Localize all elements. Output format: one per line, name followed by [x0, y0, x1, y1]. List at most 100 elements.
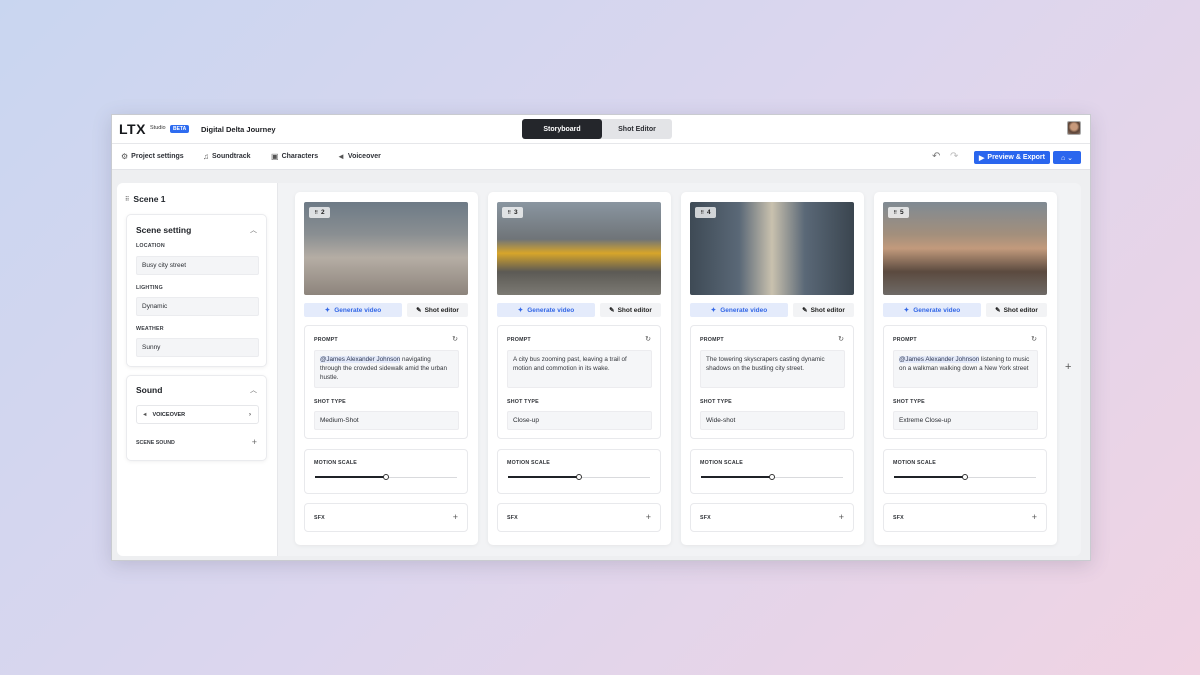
prompt-section: PROMPT ↻ The towering skyscrapers castin… — [690, 325, 854, 439]
sparkle-icon: ✦ — [517, 307, 524, 314]
prompt-body: The towering skyscrapers casting dynamic… — [706, 356, 825, 372]
shot-editor-button[interactable]: ✎ Shot editor — [600, 303, 661, 317]
sound-title: Sound — [136, 385, 163, 395]
add-shot-icon[interactable]: + — [1065, 361, 1071, 373]
beta-badge: BETA — [170, 125, 190, 133]
undo-icon[interactable]: ↶ — [932, 151, 940, 162]
weather-label: WEATHER — [136, 326, 164, 332]
redo-icon[interactable]: ↷ — [950, 151, 958, 162]
sfx-section: SFX + — [497, 503, 661, 532]
edit-icon: ✎ — [416, 307, 422, 314]
add-sfx-icon[interactable]: + — [1032, 512, 1037, 522]
prompt-text[interactable]: @James Alexander Johnson listening to mu… — [893, 350, 1038, 388]
shot-number: 3 — [514, 209, 518, 216]
speaker-icon: ◄ — [142, 411, 148, 418]
generate-video-label: Generate video — [720, 306, 768, 314]
drag-handle-icon[interactable]: ⠿ — [700, 210, 704, 216]
project-settings-label: Project settings — [131, 153, 184, 160]
weather-field[interactable]: Sunny — [136, 338, 259, 357]
motion-scale-fill — [315, 476, 386, 478]
refresh-icon[interactable]: ↻ — [645, 335, 651, 343]
edit-icon: ✎ — [609, 307, 615, 314]
sfx-section: SFX + — [690, 503, 854, 532]
motion-scale-label: MOTION SCALE — [893, 460, 937, 466]
app-window: LTX Studio BETA Digital Delta Journey St… — [111, 114, 1091, 561]
preview-export-button[interactable]: ▶ Preview & Export — [974, 151, 1050, 164]
sfx-label: SFX — [507, 515, 518, 521]
refresh-icon[interactable]: ↻ — [838, 335, 844, 343]
voiceover-button[interactable]: ◄ Voiceover — [337, 152, 381, 161]
drag-handle-icon[interactable]: ⠿ — [314, 210, 318, 216]
tab-shot-editor[interactable]: Shot Editor — [602, 119, 672, 139]
shot-type-field[interactable]: Medium-Shot — [314, 411, 459, 430]
generate-video-button[interactable]: ✦ Generate video — [883, 303, 981, 317]
add-scene-sound-icon[interactable]: + — [252, 437, 257, 447]
prompt-text[interactable]: @James Alexander Johnson navigating thro… — [314, 350, 459, 388]
motion-scale-knob[interactable] — [576, 474, 582, 480]
shot-type-field[interactable]: Wide-shot — [700, 411, 845, 430]
shot-editor-button[interactable]: ✎ Shot editor — [407, 303, 468, 317]
music-icon: ♫ — [203, 152, 209, 161]
generate-video-button[interactable]: ✦ Generate video — [497, 303, 595, 317]
shot-editor-button[interactable]: ✎ Shot editor — [986, 303, 1047, 317]
character-mention[interactable]: @James Alexander Johnson — [899, 356, 980, 363]
drag-handle-icon[interactable]: ⠿ — [893, 210, 897, 216]
motion-scale-fill — [508, 476, 579, 478]
shot-thumbnail[interactable]: ⠿ 4 — [690, 202, 854, 295]
refresh-icon[interactable]: ↻ — [1031, 335, 1037, 343]
motion-scale-fill — [894, 476, 965, 478]
shot-editor-button[interactable]: ✎ Shot editor — [793, 303, 854, 317]
prompt-section: PROMPT ↻ @James Alexander Johnson listen… — [883, 325, 1047, 439]
refresh-icon[interactable]: ↻ — [452, 335, 458, 343]
generate-video-button[interactable]: ✦ Generate video — [304, 303, 402, 317]
motion-scale-knob[interactable] — [962, 474, 968, 480]
shot-thumbnail[interactable]: ⠿ 2 — [304, 202, 468, 295]
project-title[interactable]: Digital Delta Journey — [201, 125, 276, 134]
toolbar: ⚙ Project settings ♫ Soundtrack ▣ Charac… — [112, 144, 1090, 170]
storyboard-area: ⠿ Scene 1 Scene setting ︿ LOCATION Busy … — [117, 183, 1081, 556]
motion-scale-knob[interactable] — [769, 474, 775, 480]
add-sfx-icon[interactable]: + — [453, 512, 458, 522]
shot-type-field[interactable]: Extreme Close-up — [893, 411, 1038, 430]
chevron-up-icon[interactable]: ︿ — [250, 385, 257, 395]
tab-storyboard[interactable]: Storyboard — [522, 119, 602, 139]
sfx-label: SFX — [700, 515, 711, 521]
edit-icon: ✎ — [995, 307, 1001, 314]
voiceover-row[interactable]: ◄ VOICEOVER › — [136, 405, 259, 424]
sfx-label: SFX — [893, 515, 904, 521]
lighting-field[interactable]: Dynamic — [136, 297, 259, 316]
motion-scale-fill — [701, 476, 772, 478]
character-mention[interactable]: @James Alexander Johnson — [320, 356, 401, 363]
view-toggle: Storyboard Shot Editor — [522, 119, 672, 139]
location-field[interactable]: Busy city street — [136, 256, 259, 275]
prompt-text[interactable]: The towering skyscrapers casting dynamic… — [700, 350, 845, 388]
user-avatar[interactable] — [1067, 121, 1081, 135]
motion-scale-label: MOTION SCALE — [314, 460, 358, 466]
soundtrack-button[interactable]: ♫ Soundtrack — [203, 152, 251, 161]
shot-type-field[interactable]: Close-up — [507, 411, 652, 430]
motion-scale-label: MOTION SCALE — [507, 460, 551, 466]
shot-number-badge: ⠿ 2 — [309, 207, 330, 218]
motion-scale-knob[interactable] — [383, 474, 389, 480]
chevron-up-icon[interactable]: ︿ — [250, 225, 257, 235]
generate-video-button[interactable]: ✦ Generate video — [690, 303, 788, 317]
add-sfx-icon[interactable]: + — [646, 512, 651, 522]
motion-scale-section: MOTION SCALE — [883, 449, 1047, 494]
preview-export-label: Preview & Export — [987, 154, 1045, 161]
share-dropdown-button[interactable]: ⌂ ⌄ — [1053, 151, 1081, 164]
shot-card: ⠿ 4 ✦ Generate video ✎ Shot editor PROMP… — [681, 192, 864, 545]
characters-label: Characters — [281, 153, 319, 160]
app-logo[interactable]: LTX — [119, 121, 146, 137]
shot-thumbnail[interactable]: ⠿ 3 — [497, 202, 661, 295]
sound-card: Sound ︿ ◄ VOICEOVER › SCENE SOUND + — [126, 375, 267, 461]
shot-thumbnail[interactable]: ⠿ 5 — [883, 202, 1047, 295]
shot-number: 4 — [707, 209, 711, 216]
voiceover-row-label: VOICEOVER — [152, 411, 186, 418]
project-settings-button[interactable]: ⚙ Project settings — [121, 152, 184, 161]
add-sfx-icon[interactable]: + — [839, 512, 844, 522]
scene-title[interactable]: ⠿ Scene 1 — [125, 194, 166, 204]
drag-handle-icon[interactable]: ⠿ — [507, 210, 511, 216]
drag-handle-icon[interactable]: ⠿ — [125, 196, 129, 203]
prompt-text[interactable]: A city bus zooming past, leaving a trail… — [507, 350, 652, 388]
characters-button[interactable]: ▣ Characters — [271, 152, 318, 161]
